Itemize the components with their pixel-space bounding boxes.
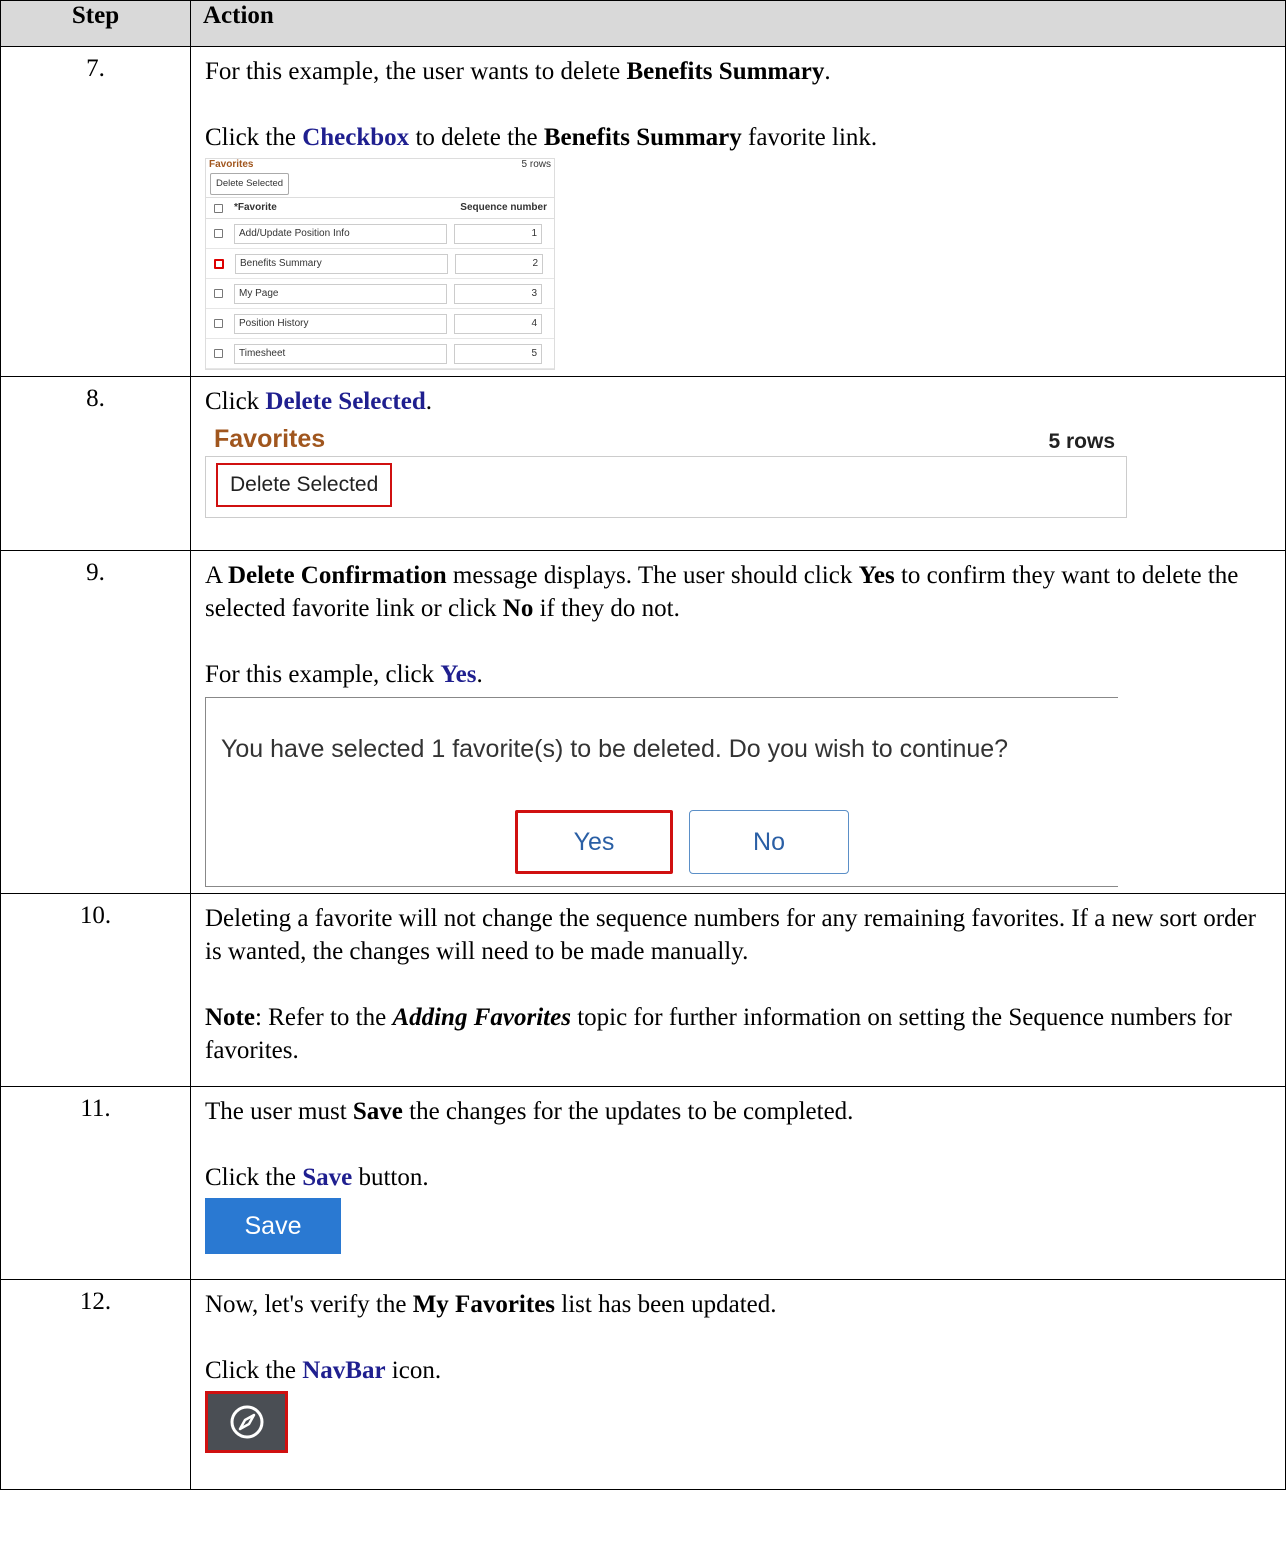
row-checkbox[interactable] — [214, 289, 223, 298]
instruction-text: For this example, click Yes. — [205, 661, 483, 688]
row-checkbox[interactable] — [214, 349, 223, 358]
favorite-name-field[interactable]: Position History — [234, 313, 447, 334]
rows-count: 5 rows — [521, 159, 551, 170]
favorites-title: Favorites — [214, 425, 326, 453]
favorite-name-field[interactable]: Add/Update Position Info — [234, 223, 447, 244]
step-number: 8. — [0, 376, 191, 551]
delete-selected-button[interactable]: Delete Selected — [210, 173, 290, 195]
save-button[interactable]: Save — [205, 1198, 341, 1254]
step-row-10: 10. Deleting a favorite will not change … — [0, 893, 1286, 1087]
instruction-text: Now, let's verify the My Favorites list … — [205, 1291, 777, 1318]
favorite-row: Position History 4 — [206, 309, 554, 339]
step-action: Deleting a favorite will not change the … — [190, 893, 1286, 1087]
sequence-field[interactable]: 3 — [454, 283, 542, 304]
step-action: Click Delete Selected. Favorites 5 rows … — [190, 376, 1286, 551]
delete-confirmation-dialog: You have selected 1 favorite(s) to be de… — [205, 697, 1118, 887]
step-row-9: 9. A Delete Confirmation message display… — [0, 550, 1286, 894]
delete-selected-button[interactable]: Delete Selected — [216, 463, 393, 507]
rows-count: 5 rows — [1048, 430, 1115, 454]
select-all-checkbox[interactable] — [214, 203, 223, 213]
favorite-row: Add/Update Position Info 1 — [206, 219, 554, 249]
step-number: 9. — [0, 550, 191, 894]
step-number: 10. — [0, 893, 191, 1087]
favorites-title: Favorites — [209, 159, 254, 170]
col-favorite: *Favorite — [234, 202, 277, 214]
steps-table: Step Action 7. For this example, the use… — [0, 0, 1286, 1490]
step-row-11: 11. The user must Save the changes for t… — [0, 1086, 1286, 1280]
favorite-row: Benefits Summary 2 — [206, 249, 554, 279]
favorites-screenshot-small: Favorites 5 rows Delete Selected *Favori… — [205, 158, 555, 370]
favorite-name-field[interactable]: Benefits Summary — [235, 253, 448, 274]
instruction-text: Click Delete Selected. — [205, 388, 432, 415]
sequence-field[interactable]: 5 — [454, 343, 542, 364]
step-number: 11. — [0, 1086, 191, 1280]
instruction-text: Click the NavBar icon. — [205, 1357, 442, 1384]
step-row-8: 8. Click Delete Selected. Favorites 5 ro… — [0, 376, 1286, 551]
step-row-7: 7. For this example, the user wants to d… — [0, 46, 1286, 377]
row-checkbox[interactable] — [214, 319, 223, 328]
instruction-text: Click the Save button. — [205, 1164, 429, 1191]
step-row-12: 12. Now, let's verify the My Favorites l… — [0, 1279, 1286, 1490]
step-number: 12. — [0, 1279, 191, 1490]
step-number: 7. — [0, 46, 191, 377]
favorite-name-field[interactable]: My Page — [234, 283, 447, 304]
step-action: A Delete Confirmation message displays. … — [190, 550, 1286, 894]
note-text: Note: Refer to the Adding Favorites topi… — [205, 1004, 1232, 1064]
favorite-row: Timesheet 5 — [206, 339, 554, 369]
dialog-message: You have selected 1 favorite(s) to be de… — [221, 735, 1009, 763]
sequence-field[interactable]: 1 — [454, 223, 542, 244]
step-action: For this example, the user wants to dele… — [190, 46, 1286, 377]
row-checkbox[interactable] — [214, 229, 223, 238]
step-action: The user must Save the changes for the u… — [190, 1086, 1286, 1280]
favorite-name-field[interactable]: Timesheet — [234, 343, 447, 364]
instruction-text: Deleting a favorite will not change the … — [205, 905, 1257, 965]
instruction-text: Click the Checkbox to delete the Benefit… — [205, 124, 878, 151]
favorites-header-row: *Favorite Sequence number — [206, 197, 554, 219]
yes-button[interactable]: Yes — [515, 810, 673, 874]
step-action: Now, let's verify the My Favorites list … — [190, 1279, 1286, 1490]
row-checkbox-highlighted[interactable] — [214, 258, 224, 269]
favorites-screenshot-large: Favorites 5 rows Delete Selected — [205, 422, 1127, 525]
sequence-field[interactable]: 2 — [455, 253, 543, 274]
navbar-button[interactable] — [205, 1391, 288, 1453]
table-header-row: Step Action — [0, 0, 1286, 47]
header-step: Step — [0, 0, 191, 47]
favorite-row: My Page 3 — [206, 279, 554, 309]
header-action: Action — [190, 0, 1286, 47]
compass-icon — [230, 1405, 263, 1439]
sequence-field[interactable]: 4 — [454, 313, 542, 334]
instruction-text: A Delete Confirmation message displays. … — [205, 562, 1239, 622]
instruction-text: For this example, the user wants to dele… — [205, 58, 831, 85]
instruction-text: The user must Save the changes for the u… — [205, 1098, 854, 1125]
no-button[interactable]: No — [689, 810, 849, 874]
col-sequence: Sequence number — [460, 202, 547, 214]
